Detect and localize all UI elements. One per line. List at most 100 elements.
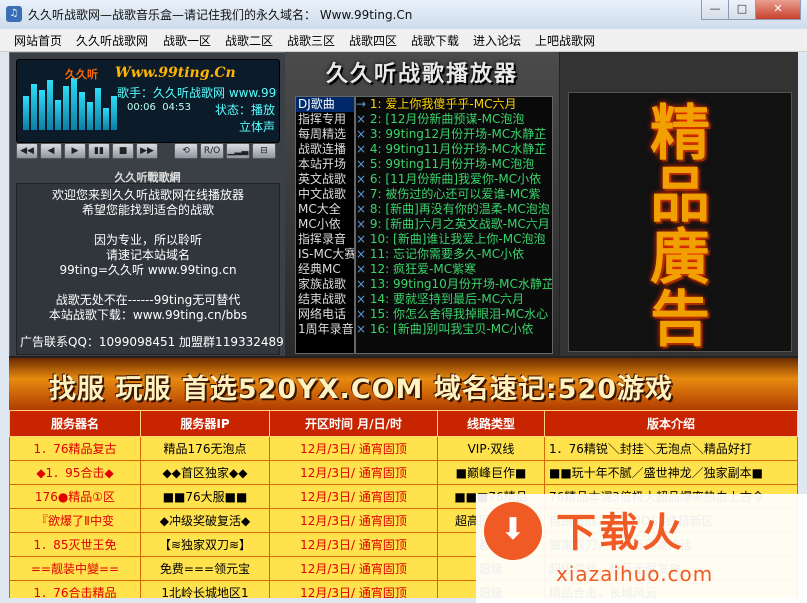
maximize-button[interactable]: □: [728, 0, 756, 20]
song-title: 4: 99ting11月份开场-MC水静芷: [369, 142, 547, 156]
repeat-button[interactable]: ⟲: [174, 143, 198, 159]
server-name[interactable]: 176●精品①区: [9, 484, 141, 509]
song-title: 3: 99ting12月份开场-MC水静芷: [369, 127, 547, 141]
song-item[interactable]: × 11: 忘记你需要多久-MC小依: [356, 247, 552, 262]
song-item[interactable]: × 8: [新曲]再没有你的温柔-MC泡泡: [356, 202, 552, 217]
song-status-icon: ×: [356, 202, 367, 216]
server-name[interactable]: 『欲爆了Ⅱ中变: [9, 508, 141, 533]
category-item[interactable]: 本站开场: [296, 157, 354, 172]
welcome-line: 请速记本站域名: [105, 248, 190, 262]
category-item[interactable]: 1周年录音: [296, 322, 354, 337]
song-item[interactable]: × 10: [新曲]谁让我爱上你-MC泡泡: [356, 232, 552, 247]
menu-forum[interactable]: 进入论坛: [473, 32, 521, 49]
server-ip: 免费===领元宝: [140, 556, 270, 581]
menu-download[interactable]: 战歌下载: [411, 32, 459, 49]
song-item[interactable]: × 3: 99ting12月份开场-MC水静芷: [356, 127, 552, 142]
song-title: 12: 疯狂爱-MC紫寒: [369, 262, 477, 276]
category-item[interactable]: MC小依: [296, 217, 354, 232]
welcome-line: 本站战歌下载：www.99ting.cn/bbs: [48, 308, 248, 322]
play-button[interactable]: ▶: [64, 143, 86, 159]
server-name[interactable]: 1．76精品复古: [9, 436, 141, 461]
song-item[interactable]: × 4: 99ting11月份开场-MC水静芷: [356, 142, 552, 157]
server-name[interactable]: 1．76合击精品: [9, 580, 141, 598]
song-status-icon: ×: [356, 292, 367, 306]
playlist-toggle-button[interactable]: ⊟: [252, 143, 276, 159]
minimize-button[interactable]: —: [701, 0, 729, 20]
category-item[interactable]: IS-MC大赛: [296, 247, 354, 262]
ad-char: 廣: [650, 223, 710, 293]
menu-bar: 网站首页 久久听战歌网 战歌一区 战歌二区 战歌三区 战歌四区 战歌下载 进入论…: [0, 29, 807, 52]
total-time: 04:53: [162, 102, 192, 113]
menu-99ting[interactable]: 久久听战歌网: [76, 32, 148, 49]
category-item[interactable]: 经典MC: [296, 262, 354, 277]
previous-button[interactable]: ◀: [40, 143, 62, 159]
rewind-button[interactable]: ◀◀: [16, 143, 38, 159]
song-status-icon: ×: [356, 307, 367, 321]
song-item[interactable]: × 15: 你怎么舍得我掉眼泪-MC水心: [356, 307, 552, 322]
random-order-button[interactable]: R/O: [200, 143, 224, 159]
menu-zone-4[interactable]: 战歌四区: [349, 32, 397, 49]
server-ip: ■■76大服■■: [140, 484, 270, 509]
now-playing-singer: 歌手：久久听战歌网 www.99t: [117, 86, 277, 100]
server-line: VIP·双线: [437, 436, 545, 461]
category-item[interactable]: 战歌连播: [296, 142, 354, 157]
song-title: 8: [新曲]再没有你的温柔-MC泡泡: [369, 202, 550, 216]
category-item[interactable]: 英文战歌: [296, 172, 354, 187]
song-status-icon: ×: [356, 172, 367, 186]
category-item[interactable]: 指挥专用: [296, 112, 354, 127]
server-name[interactable]: ==靓装中變==: [9, 556, 141, 581]
song-item[interactable]: × 13: 99ting10月份开场-MC水静芷: [356, 277, 552, 292]
category-item[interactable]: 指挥录音: [296, 232, 354, 247]
song-item[interactable]: × 6: [11月份新曲]我爱你-MC小依: [356, 172, 552, 187]
menu-shangba[interactable]: 上吧战歌网: [535, 32, 595, 49]
song-item[interactable]: × 9: [新曲]六月之英文战歌-MC六月: [356, 217, 552, 232]
category-item[interactable]: 结束战歌: [296, 292, 354, 307]
player-display: 久久听 Www.99ting.Cn 歌手：久久听战歌网 www.99t 00:0…: [16, 59, 280, 143]
ad-banner[interactable]: 找服 玩服 首选520YX.COM 域名速记:520游戏: [9, 356, 798, 410]
elapsed-time: 00:06: [127, 102, 156, 113]
category-item[interactable]: 每周精选: [296, 127, 354, 142]
song-item[interactable]: × 7: 被伤过的心还可以爱谁-MC紫: [356, 187, 552, 202]
server-row[interactable]: ◆1．95合击◆ ◆◆首区独家◆◆ 12月/3日/ 通宵固顶 ■巅峰巨作■ ■■玩十年不…: [9, 460, 798, 485]
server-name[interactable]: ◆1．95合击◆: [9, 460, 141, 485]
fast-forward-button[interactable]: ▶▶: [136, 143, 158, 159]
category-list: DJ歌曲 指挥专用 每周精选 战歌连播 本站开场 英文战歌 中文战歌 MC大全 MC小依 指挥录音…: [295, 96, 355, 354]
song-item[interactable]: × 5: 99ting11月份开场-MC泡泡: [356, 157, 552, 172]
menu-zone-1[interactable]: 战歌一区: [163, 32, 211, 49]
song-item[interactable]: → 1: 爱上你我傻乎乎-MC六月: [356, 97, 552, 112]
stereo-indicator: 立体声: [239, 120, 276, 134]
category-item[interactable]: DJ歌曲: [296, 97, 354, 112]
column-header: 开区时间 月/日/时: [269, 410, 438, 437]
song-status-icon: ×: [356, 112, 367, 126]
playlist-title: 久久听战歌播放器: [325, 62, 518, 87]
song-status-icon: ×: [356, 232, 367, 246]
server-time: 12月/3日/ 通宵固顶: [269, 580, 438, 598]
ad-char: 精: [650, 99, 710, 169]
song-title: 11: 忘记你需要多久-MC小依: [369, 247, 525, 261]
menu-zone-2[interactable]: 战歌二区: [225, 32, 273, 49]
song-item[interactable]: × 14: 要就坚持到最后-MC六月: [356, 292, 552, 307]
category-item[interactable]: 网络电话: [296, 307, 354, 322]
song-item[interactable]: × 12: 疯狂爱-MC紫寒: [356, 262, 552, 277]
category-item[interactable]: 中文战歌: [296, 187, 354, 202]
server-time: 12月/3日/ 通宵固顶: [269, 436, 438, 461]
volume-button[interactable]: ▁▂▃: [226, 143, 250, 159]
song-title: 15: 你怎么舍得我掉眼泪-MC水心: [369, 307, 549, 321]
download-icon: ⬇: [484, 502, 542, 560]
pause-button[interactable]: ▮▮: [88, 143, 110, 159]
menu-zone-3[interactable]: 战歌三区: [287, 32, 335, 49]
menu-home[interactable]: 网站首页: [14, 32, 62, 49]
featured-ad[interactable]: 精 品 廣 告: [568, 92, 792, 352]
close-button[interactable]: ✕: [755, 0, 801, 20]
server-row[interactable]: 1．76精品复古 精品176无泡点 12月/3日/ 通宵固顶 VIP·双线 1．76精锐…: [9, 436, 798, 461]
welcome-line: 战歌无处不在------99ting无可替代: [55, 293, 241, 307]
song-item[interactable]: × 16: [新曲]别叫我宝贝-MC小依: [356, 322, 552, 337]
song-item[interactable]: × 2: [12月份新曲预谋-MC泡泡: [356, 112, 552, 127]
server-name[interactable]: 1．85灭世王免: [9, 532, 141, 557]
stop-button[interactable]: ■: [112, 143, 134, 159]
column-header: 线路类型: [437, 410, 545, 437]
song-status-icon: ×: [356, 142, 367, 156]
song-list: → 1: 爱上你我傻乎乎-MC六月 × 2: [12月份新曲预谋-MC泡泡 × 3:…: [355, 96, 553, 354]
category-item[interactable]: 家族战歌: [296, 277, 354, 292]
category-item[interactable]: MC大全: [296, 202, 354, 217]
